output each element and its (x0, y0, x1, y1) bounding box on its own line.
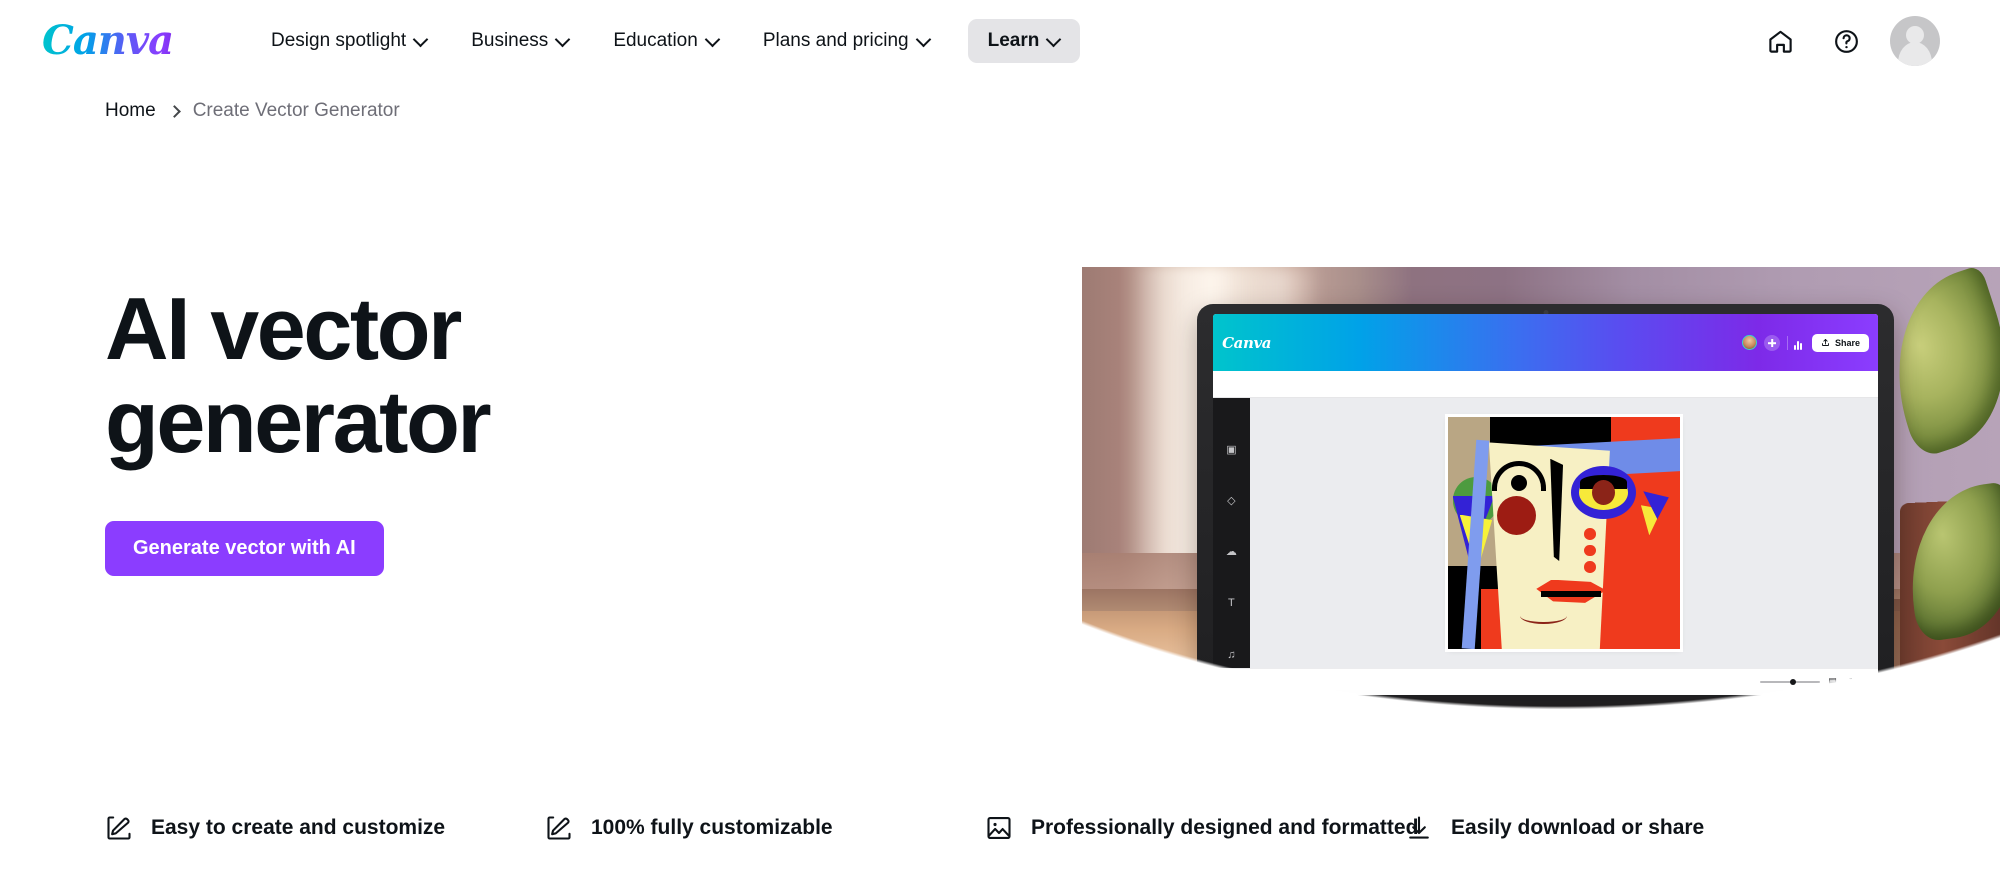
editor-top-actions: Share (1742, 333, 1870, 352)
fullscreen-icon: ⤢ (1844, 676, 1853, 687)
canva-logo[interactable]: Canva (42, 21, 177, 61)
page-root: Canva Design spotlight Business Educatio… (0, 0, 2000, 872)
elements-icon: ◇ (1227, 494, 1236, 507)
design-panel-icon: ▣ (1226, 443, 1237, 456)
nav-item-label: Learn (987, 30, 1040, 51)
chevron-right-icon (167, 104, 181, 118)
editor-share-label: Share (1835, 337, 1861, 348)
chevron-down-icon (414, 33, 427, 46)
editor-sidebar: ▣ ◇ ☁ T ♫ ▤ ⋯ (1212, 398, 1251, 669)
breadcrumb: Home Create Vector Generator (0, 82, 2000, 122)
laptop-device: Canva Share ▣ ◇ ☁ T ♫ ▤ ⤢ ? (1154, 303, 1937, 797)
avatar[interactable] (1890, 16, 1940, 66)
hero-content: AI vector generator Generate vector with… (105, 282, 865, 576)
chevron-down-icon (1047, 33, 1060, 46)
laptop-trackpad (1459, 753, 1663, 788)
feature-item-easy-to-create: Easy to create and customize (105, 814, 545, 842)
feature-label: Easily download or share (1451, 816, 1705, 839)
home-button[interactable] (1758, 19, 1802, 63)
laptop-screen: Canva Share ▣ ◇ ☁ T ♫ ▤ ⤢ ? (1212, 314, 1879, 695)
help-icon: ? (1860, 676, 1866, 687)
nav-item-plans-and-pricing[interactable]: Plans and pricing (743, 19, 950, 63)
nav-item-design-spotlight[interactable]: Design spotlight (251, 19, 447, 63)
nav-item-label: Design spotlight (271, 30, 407, 51)
pages-icon: ▤ (1828, 676, 1837, 687)
editor-canva-logo: Canva (1222, 333, 1272, 352)
site-header: Canva Design spotlight Business Educatio… (0, 0, 2000, 82)
help-button[interactable] (1824, 19, 1868, 63)
nav-item-label: Education (613, 30, 698, 51)
hero-image: Canva Share ▣ ◇ ☁ T ♫ ▤ ⤢ ? (1082, 267, 2000, 872)
editor-canvas (1250, 398, 1879, 669)
text-icon: T (1228, 597, 1235, 610)
breadcrumb-current: Create Vector Generator (192, 100, 400, 121)
uploads-icon: ☁ (1225, 546, 1237, 559)
audio-icon: ♫ (1227, 648, 1236, 661)
edit-pencil-icon (107, 816, 131, 840)
nav-item-label: Business (471, 30, 549, 51)
feature-label: 100% fully customizable (591, 816, 833, 839)
share-icon (1822, 339, 1829, 347)
editor-top-bar: Canva Share (1212, 314, 1879, 372)
feature-list: Easy to create and customize 100% fully … (0, 784, 2000, 872)
feature-item-download-or-share: Easily download or share (1405, 814, 1704, 842)
feature-label: Professionally designed and formatted (1031, 816, 1419, 839)
zoom-slider (1760, 680, 1821, 683)
nav-item-learn[interactable]: Learn (967, 19, 1081, 63)
nav-item-label: Plans and pricing (762, 30, 909, 51)
laptop-keyboard (1272, 713, 1866, 748)
collaborator-avatar (1742, 335, 1758, 351)
laptop-lid: Canva Share ▣ ◇ ☁ T ♫ ▤ ⤢ ? (1196, 303, 1895, 709)
home-icon (1768, 30, 1792, 53)
nav-item-business[interactable]: Business (451, 19, 589, 63)
cup-rim (1094, 669, 1165, 691)
insights-icon (1787, 335, 1803, 350)
hero-section: AI vector generator Generate vector with… (0, 122, 2000, 872)
chevron-down-icon (556, 33, 569, 46)
image-icon (987, 817, 1011, 839)
main-navigation: Design spotlight Business Education Plan… (251, 19, 1081, 63)
editor-share-button: Share (1812, 333, 1870, 352)
download-icon (1409, 816, 1429, 839)
editor-body: ▣ ◇ ☁ T ♫ ▤ ⋯ (1212, 398, 1879, 669)
feature-item-professionally-designed: Professionally designed and formatted (985, 814, 1418, 842)
help-icon (1834, 29, 1858, 53)
nav-item-education[interactable]: Education (593, 19, 739, 63)
feature-item-fully-customizable: 100% fully customizable (545, 814, 985, 842)
editor-toolbar (1212, 371, 1879, 399)
editor-bottom-bar: ▤ ⤢ ? (1212, 668, 1879, 695)
chevron-down-icon (917, 33, 930, 46)
chevron-down-icon (706, 33, 719, 46)
feature-label: Easy to create and customize (151, 816, 446, 839)
artwork-abstract-face (1444, 413, 1684, 653)
page-title: AI vector generator (105, 279, 492, 472)
generate-vector-button[interactable]: Generate vector with AI (105, 520, 384, 576)
edit-pencil-icon (547, 816, 571, 840)
header-actions (1758, 16, 1940, 66)
breadcrumb-home-link[interactable]: Home (105, 100, 156, 122)
add-collaborator-icon (1764, 334, 1781, 351)
